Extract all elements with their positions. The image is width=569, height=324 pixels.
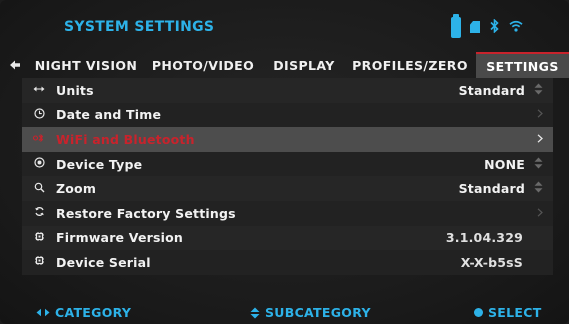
header: SYSTEM SETTINGS xyxy=(0,0,569,52)
chip-icon xyxy=(22,231,56,245)
row-label: Device Type xyxy=(56,156,143,172)
category-hint-label: CATEGORY xyxy=(55,305,132,320)
up-down-arrows-icon xyxy=(250,307,260,318)
row-value: Standard xyxy=(458,82,525,98)
select-dot-icon xyxy=(474,308,483,317)
page-title: SYSTEM SETTINGS xyxy=(64,19,215,35)
wifi-icon xyxy=(509,20,523,35)
left-right-arrows-icon xyxy=(36,308,50,317)
row-label: Device Serial xyxy=(56,254,151,270)
setting-row-firmware-version: Firmware Version 3.1.04.329 xyxy=(22,225,553,251)
row-label: Zoom xyxy=(56,181,97,197)
row-label: Units xyxy=(56,82,94,98)
row-label: Firmware Version xyxy=(56,230,184,246)
firmware-version-value: 3.1.04.329 xyxy=(445,230,523,246)
clock-icon xyxy=(22,108,56,122)
setting-row-date-time[interactable]: Date and Time xyxy=(22,102,553,128)
category-tabs: NIGHT VISION PHOTO/VIDEO DISPLAY PROFILE… xyxy=(0,52,569,78)
subcategory-hint: SUBCATEGORY xyxy=(250,305,371,320)
setting-row-restore-factory[interactable]: Restore Factory Settings xyxy=(22,200,553,226)
chevron-right-icon[interactable] xyxy=(537,207,543,220)
subcategory-hint-label: SUBCATEGORY xyxy=(265,305,371,320)
row-value: NONE xyxy=(484,156,525,172)
stepper-icon[interactable] xyxy=(534,181,543,196)
chevron-right-icon[interactable] xyxy=(537,133,543,146)
tab-settings[interactable]: SETTINGS xyxy=(476,52,569,78)
sd-card-icon xyxy=(470,21,480,33)
screen-frame: SYSTEM SETTINGS NIGHT VISION PHOTO/VIDEO… xyxy=(0,0,569,324)
back-arrow-icon[interactable] xyxy=(0,52,30,78)
chip-icon xyxy=(22,255,56,269)
tab-display[interactable]: DISPLAY xyxy=(264,52,344,78)
select-hint-label: SELECT xyxy=(488,305,542,320)
setting-row-wifi-bluetooth[interactable]: WiFi and Bluetooth xyxy=(22,127,553,152)
row-label: Date and Time xyxy=(56,107,162,123)
select-hint: SELECT xyxy=(474,305,542,320)
stepper-icon[interactable] xyxy=(534,157,543,172)
status-icons xyxy=(451,13,523,38)
tab-night-vision[interactable]: NIGHT VISION xyxy=(30,52,142,78)
device-icon xyxy=(22,157,56,171)
battery-icon xyxy=(451,13,461,38)
restore-icon xyxy=(22,206,56,220)
device-serial-value: X-X-b5sS xyxy=(460,254,523,270)
tab-profiles-zero[interactable]: PROFILES/ZERO xyxy=(344,52,476,78)
settings-list: Units Standard Date and Time WiFi and Bl… xyxy=(22,78,553,275)
tab-photo-video[interactable]: PHOTO/VIDEO xyxy=(142,52,264,78)
setting-row-device-type[interactable]: Device Type NONE xyxy=(22,151,553,177)
bluetooth-icon xyxy=(489,17,500,36)
units-icon xyxy=(22,84,56,96)
footer-hints: CATEGORY SUBCATEGORY SELECT xyxy=(0,303,569,324)
wifi-bluetooth-icon xyxy=(22,133,56,145)
setting-row-device-serial: Device Serial X-X-b5sS xyxy=(22,250,553,275)
category-hint: CATEGORY xyxy=(36,305,131,320)
chevron-right-icon[interactable] xyxy=(537,108,543,121)
zoom-icon xyxy=(22,182,56,196)
setting-row-zoom[interactable]: Zoom Standard xyxy=(22,176,553,201)
stepper-icon[interactable] xyxy=(534,83,543,98)
row-label: Restore Factory Settings xyxy=(56,205,236,221)
row-value: Standard xyxy=(458,181,525,197)
row-label: WiFi and Bluetooth xyxy=(56,131,195,147)
setting-row-units[interactable]: Units Standard xyxy=(22,78,553,103)
